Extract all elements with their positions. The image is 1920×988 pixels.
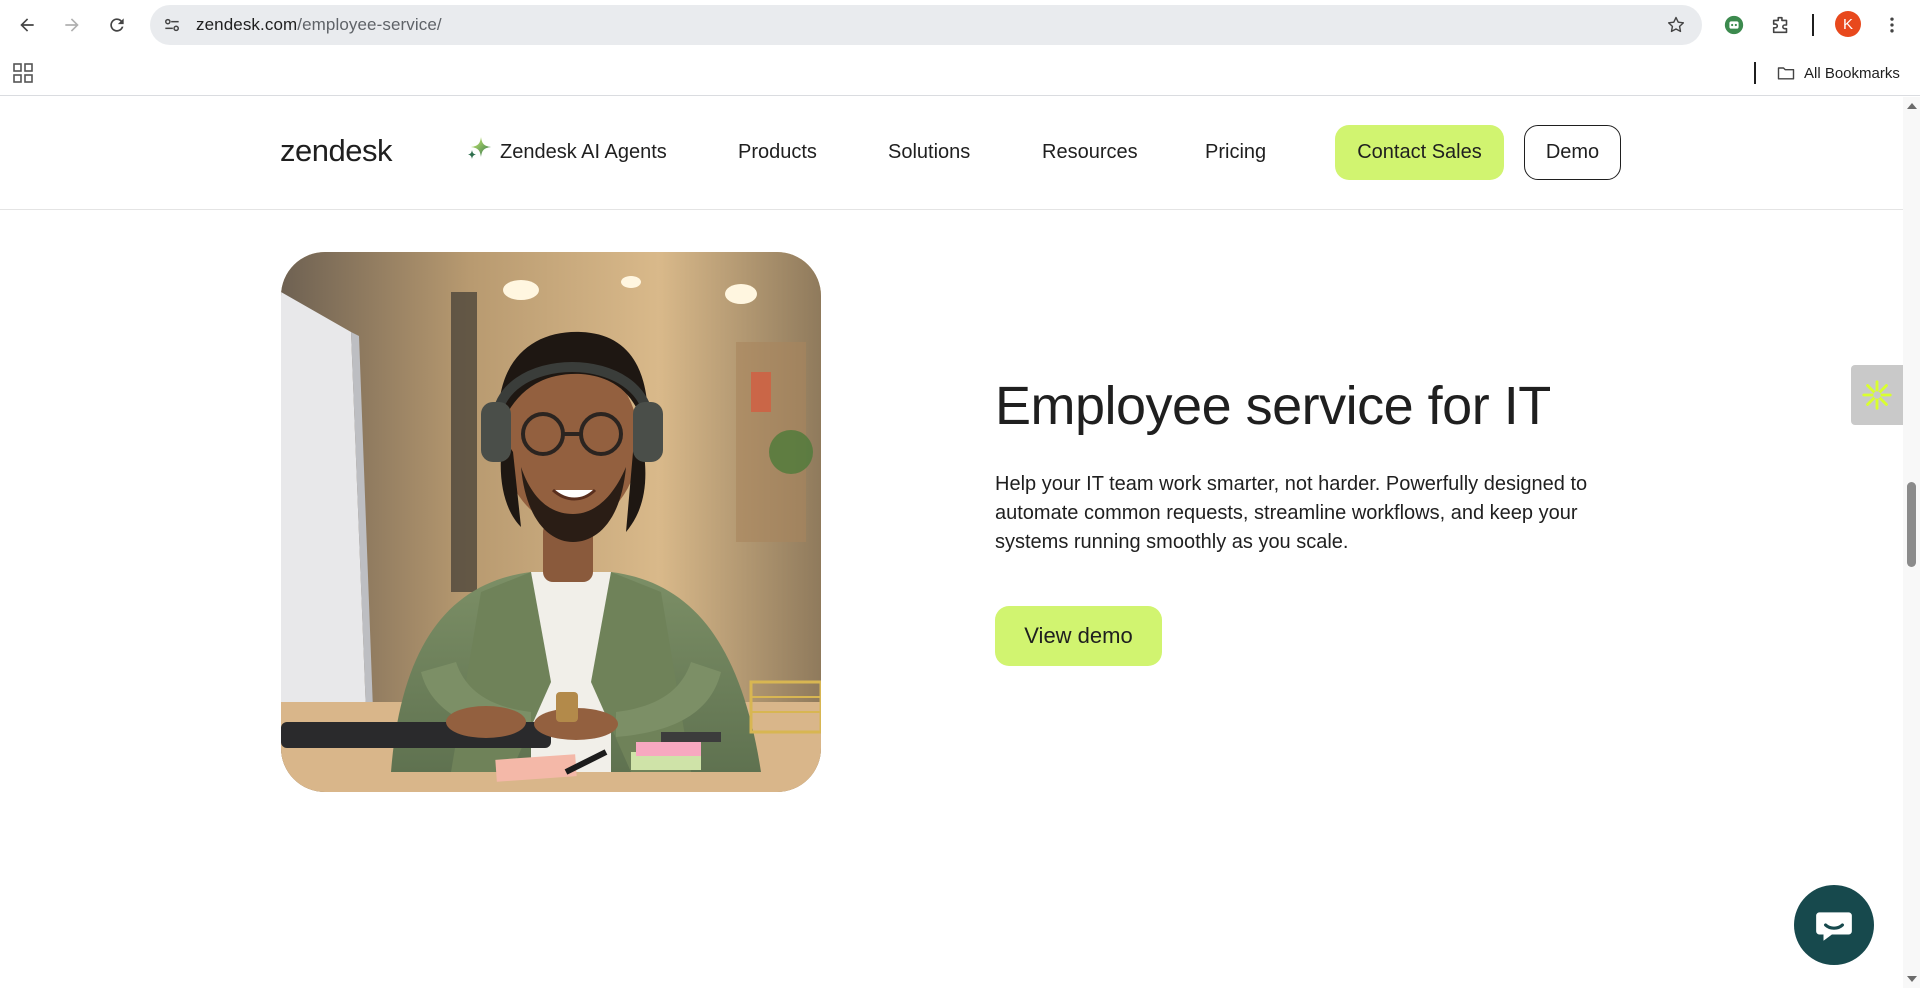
url-host: zendesk.com	[196, 15, 298, 34]
chat-bubble-icon	[1816, 912, 1852, 941]
nav-ai-agents[interactable]: Zendesk AI Agents	[500, 141, 667, 164]
bookmarks-bar: All Bookmarks	[0, 50, 1920, 96]
url-text[interactable]: zendesk.com/employee-service/	[196, 15, 442, 35]
site-header: zendesk Zendesk AI Agents Products Solut…	[0, 97, 1903, 210]
arrow-right-icon	[65, 18, 79, 32]
nav-products[interactable]: Products	[738, 141, 817, 164]
all-bookmarks-label: All Bookmarks	[1804, 64, 1900, 82]
browser-toolbar: zendesk.com/employee-service/ K	[0, 0, 1920, 50]
ai-sparkle-icon	[468, 137, 491, 159]
scrollbar-thumb[interactable]	[1907, 482, 1916, 567]
asterisk-burst-icon	[1862, 380, 1892, 410]
nav-pricing[interactable]: Pricing	[1205, 141, 1266, 164]
page-viewport: zendesk Zendesk AI Agents Products Solut…	[0, 97, 1903, 988]
view-demo-button[interactable]: View demo	[995, 606, 1162, 666]
browser-menu-icon[interactable]	[1880, 11, 1904, 39]
forward-button[interactable]	[56, 9, 88, 41]
reload-button[interactable]	[101, 9, 133, 41]
page-scrollbar[interactable]	[1903, 97, 1920, 988]
hero-title: Employee service for IT	[995, 376, 1551, 436]
contact-sales-button[interactable]: Contact Sales	[1335, 125, 1504, 180]
url-path: /employee-service/	[297, 15, 442, 34]
hero-photo	[281, 252, 821, 792]
back-button[interactable]	[11, 9, 43, 41]
hero-description: Help your IT team work smarter, not hard…	[995, 473, 1588, 553]
folder-icon	[1777, 67, 1795, 80]
reload-icon	[110, 18, 124, 32]
extensions-puzzle-icon[interactable]	[1767, 11, 1795, 39]
bookmarks-divider	[1754, 62, 1756, 84]
employee-photo-illustration	[281, 252, 821, 792]
chat-launcher-button[interactable]	[1794, 885, 1874, 965]
extension-robot-icon[interactable]	[1720, 11, 1748, 39]
demo-button[interactable]: Demo	[1524, 125, 1621, 180]
zendesk-logo[interactable]: zendesk	[280, 133, 392, 169]
profile-avatar[interactable]: K	[1835, 11, 1861, 37]
profile-initial: K	[1842, 15, 1853, 33]
arrow-left-icon	[20, 18, 34, 32]
bookmark-star-icon[interactable]	[1664, 13, 1688, 37]
toolbar-divider	[1812, 14, 1814, 36]
side-feedback-widget[interactable]	[1851, 365, 1903, 425]
site-info-icon[interactable]	[160, 13, 184, 37]
apps-grid-icon[interactable]	[12, 62, 34, 84]
scroll-down-arrow-icon[interactable]	[1907, 976, 1917, 982]
nav-solutions[interactable]: Solutions	[888, 141, 970, 164]
nav-resources[interactable]: Resources	[1042, 141, 1138, 164]
scroll-up-arrow-icon[interactable]	[1907, 103, 1917, 109]
all-bookmarks-button[interactable]: All Bookmarks	[1776, 61, 1900, 85]
address-bar[interactable]: zendesk.com/employee-service/	[150, 5, 1702, 45]
